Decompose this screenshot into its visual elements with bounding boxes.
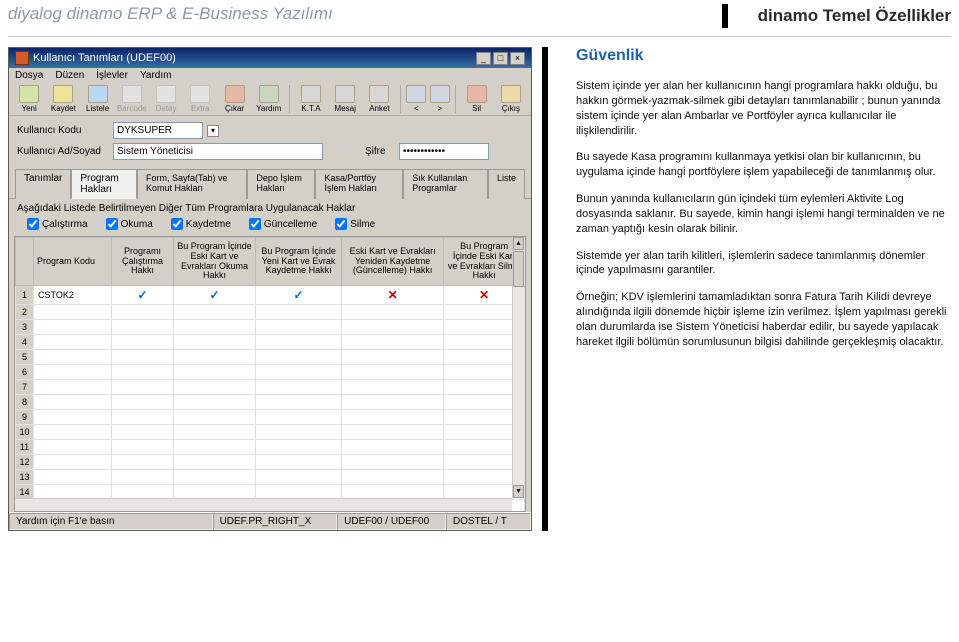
- toolbar-barcode: Barcode: [116, 85, 148, 113]
- side-p2: Bu sayede Kasa programını kullanmaya yet…: [576, 150, 951, 180]
- form-area: Kullanıcı Kodu ▾ Kullanıcı Ad/Soyad Şifr…: [9, 116, 531, 168]
- window-title: Kullanıcı Tanımları (UDEF00): [33, 52, 176, 64]
- table-row[interactable]: 9: [16, 410, 525, 425]
- table-row[interactable]: 1CSTOK2✓✓✓✕✕: [16, 286, 525, 305]
- page-header-left: diyalog dinamo ERP & E-Business Yazılımı: [8, 4, 333, 24]
- tabs: TanımlarProgram HaklarıForm, Sayfa(Tab) …: [9, 168, 531, 199]
- toolbar-[interactable]: >: [429, 85, 450, 113]
- side-p4: Sistemde yer alan tarih kilitleri, işlem…: [576, 249, 951, 279]
- table-row[interactable]: 13: [16, 470, 525, 485]
- table-row[interactable]: 4: [16, 335, 525, 350]
- kullanici-kodu-input[interactable]: [113, 122, 203, 139]
- status-help: Yardım için F1'e basın: [9, 513, 213, 530]
- side-p1: Sistem içinde yer alan her kullanıcının …: [576, 79, 951, 138]
- grid[interactable]: Program KoduProgramı Çalıştırma HakkıBu …: [14, 236, 526, 512]
- side-p3: Bunun yanında kullanıcıların gün içindek…: [576, 192, 951, 237]
- maximize-button[interactable]: □: [493, 52, 508, 65]
- kullanici-adsoyad-label: Kullanıcı Ad/Soyad: [17, 146, 109, 157]
- toolbar-kar[interactable]: Çıkar: [218, 85, 250, 113]
- table-row[interactable]: 6: [16, 365, 525, 380]
- toolbar-kta[interactable]: K.T.A: [295, 85, 327, 113]
- table-row[interactable]: 3: [16, 320, 525, 335]
- menu-i̇şlevler[interactable]: İşlevler: [96, 70, 128, 81]
- toolbar-detay: Detay: [150, 85, 182, 113]
- table-row[interactable]: 11: [16, 440, 525, 455]
- divider: [8, 36, 951, 37]
- tab-6[interactable]: Liste: [488, 169, 525, 199]
- close-button[interactable]: ×: [510, 52, 525, 65]
- scroll-down-icon[interactable]: ▼: [513, 485, 524, 498]
- table-row[interactable]: 12: [16, 455, 525, 470]
- rights-header: Aşağıdaki Listede Belirtilmeyen Diğer Tü…: [9, 199, 531, 216]
- toolbar-[interactable]: <: [406, 85, 427, 113]
- toolbar-yardm[interactable]: Yardım: [253, 85, 285, 113]
- status-db: DOSTEL / T: [446, 513, 531, 530]
- scrollbar-horizontal[interactable]: [15, 498, 512, 511]
- side-panel: Güvenlik Sistem içinde yer alan her kull…: [542, 47, 951, 531]
- tab-2[interactable]: Form, Sayfa(Tab) ve Komut Hakları: [137, 169, 247, 199]
- tab-3[interactable]: Depo İşlem Hakları: [247, 169, 315, 199]
- kullanici-kodu-label: Kullanıcı Kodu: [17, 125, 109, 136]
- scrollbar-vertical[interactable]: ▲ ▼: [512, 237, 525, 498]
- check-silme[interactable]: Silme: [335, 218, 375, 230]
- toolbar-sil[interactable]: Sil: [461, 85, 493, 113]
- side-p5: Örneğin; KDV işlemlerini tamamladıktan s…: [576, 290, 951, 349]
- table-row[interactable]: 2: [16, 305, 525, 320]
- side-title: Güvenlik: [576, 47, 951, 65]
- page-header-right: dinamo Temel Özellikler: [722, 4, 951, 28]
- toolbar-extra: Extra: [184, 85, 216, 113]
- minimize-button[interactable]: _: [476, 52, 491, 65]
- table-row[interactable]: 8: [16, 395, 525, 410]
- scroll-thumb[interactable]: [513, 251, 524, 287]
- toolbar-k[interactable]: Çıkış: [495, 85, 527, 113]
- menu-yardım[interactable]: Yardım: [140, 70, 172, 81]
- page-header: diyalog dinamo ERP & E-Business Yazılımı…: [0, 0, 959, 36]
- scroll-up-icon[interactable]: ▲: [513, 237, 524, 250]
- rights-checkboxes: Çalıştırma Okuma Kaydetme Güncelleme Silme: [9, 216, 531, 236]
- tab-0[interactable]: Tanımlar: [15, 169, 71, 199]
- app-window: Kullanıcı Tanımları (UDEF00) _ □ × Dosya…: [8, 47, 532, 531]
- menu-düzen[interactable]: Düzen: [55, 70, 84, 81]
- sifre-input[interactable]: [399, 143, 489, 160]
- menu-dosya[interactable]: Dosya: [15, 70, 43, 81]
- menubar: Dosya Düzen İşlevler Yardım: [9, 68, 531, 83]
- toolbar-mesaj[interactable]: Mesaj: [329, 85, 361, 113]
- table-row[interactable]: 7: [16, 380, 525, 395]
- app-icon: [15, 51, 29, 65]
- check-okuma[interactable]: Okuma: [106, 218, 153, 230]
- status-form: UDEF00 / UDEF00: [337, 513, 446, 530]
- side-border: [542, 47, 548, 531]
- tab-5[interactable]: Sık Kullanılan Programlar: [403, 169, 488, 199]
- lookup-icon[interactable]: ▾: [207, 125, 219, 137]
- tab-1[interactable]: Program Hakları: [71, 169, 137, 199]
- kullanici-adsoyad-input[interactable]: [113, 143, 323, 160]
- titlebar[interactable]: Kullanıcı Tanımları (UDEF00) _ □ ×: [9, 48, 531, 68]
- check-kaydetme[interactable]: Kaydetme: [171, 218, 231, 230]
- statusbar: Yardım için F1'e basın UDEF.PR_RIGHT_X U…: [9, 512, 531, 530]
- toolbar-yeni[interactable]: Yeni: [13, 85, 45, 113]
- sifre-label: Şifre: [365, 146, 395, 157]
- toolbar-listele[interactable]: Listele: [81, 85, 113, 113]
- tab-4[interactable]: Kasa/Portföy İşlem Hakları: [315, 169, 403, 199]
- check-güncelleme[interactable]: Güncelleme: [249, 218, 317, 230]
- table-row[interactable]: 10: [16, 425, 525, 440]
- status-prog: UDEF.PR_RIGHT_X: [213, 513, 338, 530]
- check-çalıştırma[interactable]: Çalıştırma: [27, 218, 88, 230]
- table-row[interactable]: 5: [16, 350, 525, 365]
- toolbar-anket[interactable]: Anket: [363, 85, 395, 113]
- toolbar: YeniKaydetListeleBarcodeDetayExtraÇıkarY…: [9, 83, 531, 116]
- toolbar-kaydet[interactable]: Kaydet: [47, 85, 79, 113]
